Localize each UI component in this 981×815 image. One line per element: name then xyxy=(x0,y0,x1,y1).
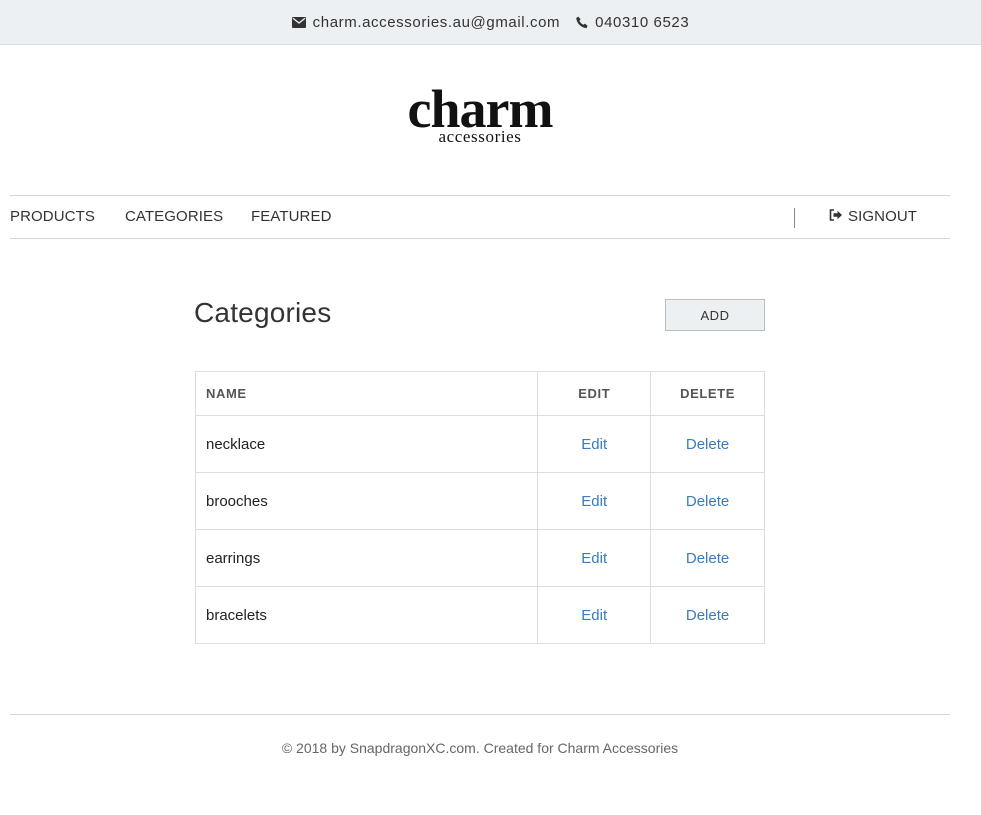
table-row: earrings Edit Delete xyxy=(194,529,765,587)
page-title: Categories xyxy=(194,297,332,328)
contact-bar: charm.accessories.au@gmail.com 040310 65… xyxy=(0,0,981,45)
phone-contact[interactable]: 040310 6523 xyxy=(576,14,689,31)
add-category-button[interactable]: ADD xyxy=(665,299,765,331)
main-nav: PRODUCTS CATEGORIES FEATURED SIGNOUT xyxy=(10,195,950,239)
edit-link[interactable]: Edit xyxy=(581,436,607,453)
footer-text: © 2018 by SnapdragonXC.com. Created for … xyxy=(281,740,679,756)
signout-label: SIGNOUT xyxy=(848,208,918,225)
delete-link[interactable]: Delete xyxy=(686,436,729,453)
categories-table: NAME EDIT DELETE necklace Edit Delete br… xyxy=(194,371,765,644)
nav-item-categories[interactable]: CATEGORIES xyxy=(125,208,223,225)
email-contact[interactable]: charm.accessories.au@gmail.com xyxy=(291,13,561,31)
nav-item-featured[interactable]: FEATURED xyxy=(251,208,332,225)
nav-divider xyxy=(794,208,795,228)
category-name: necklace xyxy=(194,415,539,473)
footer-divider xyxy=(10,714,950,715)
edit-link[interactable]: Edit xyxy=(581,493,607,510)
table-row: bracelets Edit Delete xyxy=(194,586,765,644)
column-header-name: NAME xyxy=(194,371,539,416)
delete-link[interactable]: Delete xyxy=(686,493,729,510)
phone-text: 040310 6523 xyxy=(595,13,690,31)
delete-link[interactable]: Delete xyxy=(686,550,729,567)
edit-link[interactable]: Edit xyxy=(581,607,607,624)
category-name: bracelets xyxy=(194,586,539,644)
table-row: brooches Edit Delete xyxy=(194,472,765,530)
email-text: charm.accessories.au@gmail.com xyxy=(312,13,561,31)
signout-link[interactable]: SIGNOUT xyxy=(829,208,917,225)
category-name: brooches xyxy=(194,472,539,530)
nav-item-products[interactable]: PRODUCTS xyxy=(10,208,95,225)
column-header-edit: EDIT xyxy=(537,371,652,416)
phone-icon xyxy=(576,16,588,29)
brand-logo[interactable]: charm accessories xyxy=(400,82,560,154)
sign-out-icon xyxy=(829,208,843,225)
delete-link[interactable]: Delete xyxy=(686,607,729,624)
edit-link[interactable]: Edit xyxy=(581,550,607,567)
table-header-row: NAME EDIT DELETE xyxy=(194,371,765,416)
column-header-delete: DELETE xyxy=(650,371,765,416)
category-name: earrings xyxy=(194,529,539,587)
table-row: necklace Edit Delete xyxy=(194,415,765,473)
envelope-icon xyxy=(291,16,306,28)
